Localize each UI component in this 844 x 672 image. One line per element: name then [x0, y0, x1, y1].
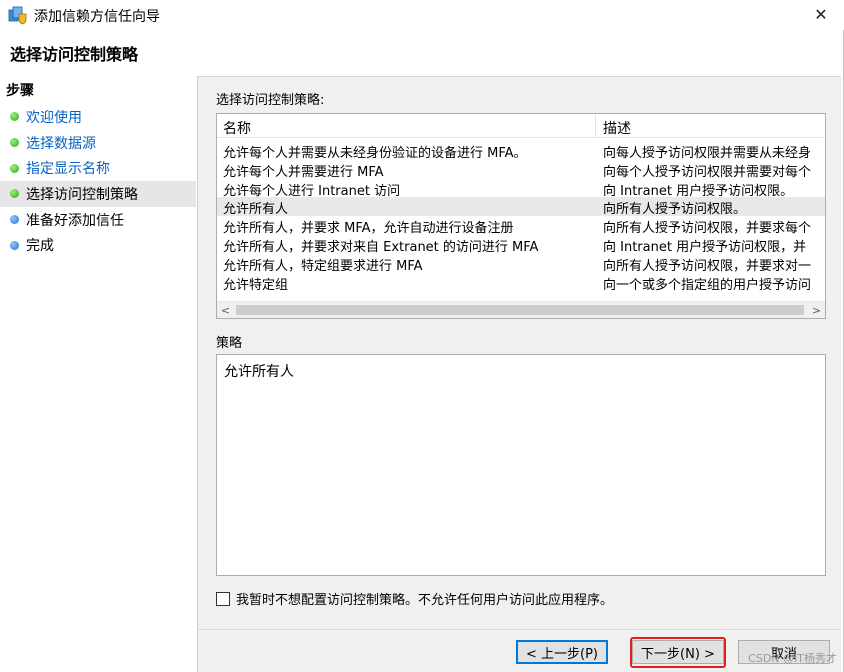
policy-name: 允许每个人进行 Intranet 访问: [223, 183, 401, 199]
watermark: CSDN @IT杨秀才: [748, 652, 837, 665]
steps-title: 步骤: [6, 83, 34, 99]
step-item-access-control-policy: 选择访问控制策略: [0, 181, 196, 207]
policy-description: 向所有人授予访问权限。: [603, 202, 747, 218]
list-item-selected[interactable]: 允许所有人 向所有人授予访问权限。: [217, 197, 825, 218]
step-pending-icon: [10, 215, 19, 225]
policy-name: 允许所有人，并要求对来自 Extranet 的访问进行 MFA: [223, 239, 539, 255]
step-done-icon: [10, 112, 19, 122]
horizontal-scrollbar[interactable]: < >: [217, 301, 825, 318]
policy-detail-text: 允许所有人: [224, 364, 294, 380]
next-button-highlight: [630, 637, 726, 668]
window-title: 添加信赖方信任向导: [34, 9, 160, 25]
step-item-finish: 完成: [0, 232, 198, 258]
step-label: 完成: [26, 238, 54, 255]
list-rows: 允许每个人并需要从未经身份验证的设备进行 MFA。 向每人授予访问权限并需要从未…: [217, 141, 825, 293]
policy-detail-label: 策略: [216, 336, 243, 351]
policy-description: 向所有人授予访问权限，并要求每个: [603, 221, 812, 237]
scroll-left-arrow-icon[interactable]: <: [217, 302, 234, 318]
title-bar: 添加信赖方信任向导 ✕: [0, 0, 844, 30]
policy-description: 向 Intranet 用户授予访问权限。: [603, 183, 794, 199]
step-done-icon: [10, 138, 19, 148]
back-button[interactable]: < 上一步(P): [516, 640, 608, 664]
wizard-window: 添加信赖方信任向导 ✕ 选择访问控制策略 步骤 欢迎使用 选择数据源 指定显示名…: [0, 0, 844, 672]
policy-list-label: 选择访问控制策略:: [216, 93, 325, 108]
column-header-name[interactable]: 名称: [223, 118, 251, 138]
step-current-icon: [10, 189, 19, 199]
policy-name: 允许所有人，特定组要求进行 MFA: [223, 258, 423, 274]
step-label[interactable]: 选择数据源: [26, 133, 96, 153]
opt-out-checkbox[interactable]: [216, 591, 230, 606]
button-bar: < 上一步(P) 下一步(N) > 取消: [198, 629, 841, 672]
step-pending-icon: [10, 240, 19, 250]
policy-description: 向 Intranet 用户授予访问权限，并: [603, 239, 807, 255]
policy-detail-box: 允许所有人: [216, 354, 826, 576]
policy-name: 允许特定组: [223, 277, 289, 293]
close-icon: ✕: [814, 4, 828, 24]
step-done-icon: [10, 163, 19, 173]
policy-description: 向所有人授予访问权限，并要求对一: [603, 258, 812, 274]
list-item[interactable]: 允许特定组 向一个或多个指定组的用户授予访问: [217, 273, 825, 293]
policy-list[interactable]: 名称 描述 允许每个人并需要从未经身份验证的设备进行 MFA。 向每人授予访问权…: [216, 113, 826, 319]
main-panel: 选择访问控制策略: 名称 描述 允许每个人并需要从未经身份验证的设备进行 MFA…: [204, 76, 841, 672]
trust-wizard-icon: [8, 6, 27, 25]
opt-out-row[interactable]: 我暂时不想配置访问控制策略。不允许任何用户访问此应用程序。: [216, 589, 613, 608]
policy-name: 允许每个人并需要进行 MFA: [223, 164, 384, 180]
close-button[interactable]: ✕: [804, 2, 838, 26]
step-item-display-name[interactable]: 指定显示名称: [0, 155, 198, 181]
list-item[interactable]: 允许每个人并需要从未经身份验证的设备进行 MFA。 向每人授予访问权限并需要从未…: [217, 141, 825, 161]
column-header-description[interactable]: 描述: [603, 118, 631, 138]
policy-name: 允许所有人: [223, 202, 289, 218]
policy-name: 允许每个人并需要从未经身份验证的设备进行 MFA。: [223, 146, 527, 161]
steps-panel: 步骤 欢迎使用 选择数据源 指定显示名称 选择访问控制策略 准备好添加信任 完成: [0, 76, 198, 672]
step-item-ready-to-add: 准备好添加信任: [0, 207, 198, 233]
policy-description: 向每人授予访问权限并需要从未经身: [603, 146, 812, 161]
step-item-welcome[interactable]: 欢迎使用: [0, 104, 198, 130]
step-item-select-data-source[interactable]: 选择数据源: [0, 130, 198, 156]
scroll-right-arrow-icon[interactable]: >: [808, 302, 825, 318]
step-label: 选择访问控制策略: [26, 186, 138, 203]
opt-out-label[interactable]: 我暂时不想配置访问控制策略。不允许任何用户访问此应用程序。: [236, 589, 613, 608]
step-list: 欢迎使用 选择数据源 指定显示名称 选择访问控制策略 准备好添加信任 完成: [0, 104, 198, 258]
list-item[interactable]: 允许所有人，并要求对来自 Extranet 的访问进行 MFA 向 Intran…: [217, 235, 825, 255]
list-item[interactable]: 允许所有人，特定组要求进行 MFA 向所有人授予访问权限，并要求对一: [217, 254, 825, 274]
page-title: 选择访问控制策略: [10, 45, 139, 64]
list-item[interactable]: 允许所有人，并要求 MFA，允许自动进行设备注册 向所有人授予访问权限，并要求每…: [217, 216, 825, 237]
column-divider[interactable]: [595, 114, 596, 138]
list-header: 名称 描述: [217, 114, 825, 138]
step-label: 准备好添加信任: [26, 212, 124, 229]
list-item[interactable]: 允许每个人进行 Intranet 访问 向 Intranet 用户授予访问权限。: [217, 179, 825, 199]
policy-name: 允许所有人，并要求 MFA，允许自动进行设备注册: [223, 221, 514, 237]
policy-description: 向一个或多个指定组的用户授予访问: [603, 277, 812, 293]
step-label[interactable]: 指定显示名称: [26, 158, 110, 178]
scrollbar-thumb[interactable]: [236, 305, 804, 315]
list-item[interactable]: 允许每个人并需要进行 MFA 向每个人授予访问权限并需要对每个: [217, 160, 825, 180]
policy-description: 向每个人授予访问权限并需要对每个: [603, 164, 812, 180]
step-label[interactable]: 欢迎使用: [26, 107, 82, 127]
